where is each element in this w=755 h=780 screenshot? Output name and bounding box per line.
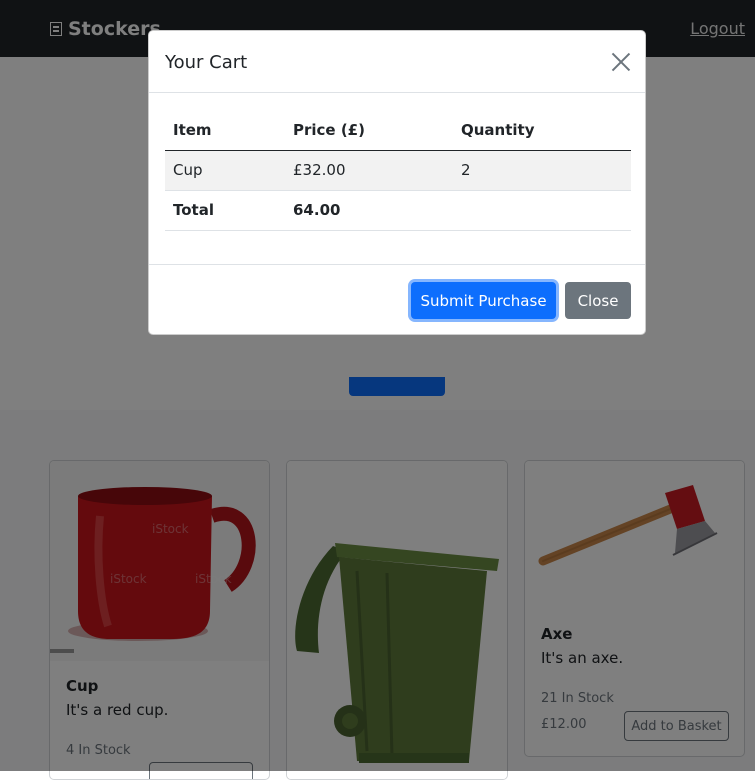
cart-item-name: Cup [165,150,285,191]
total-value: 64.00 [285,190,453,231]
column-header-item: Item [165,110,285,151]
column-header-quantity: Quantity [453,110,631,151]
cart-item-quantity: 2 [453,150,631,191]
cart-item-price: £32.00 [285,150,453,191]
submit-purchase-button[interactable]: Submit Purchase [411,282,556,319]
total-label: Total [165,190,285,231]
close-button[interactable]: Close [565,282,631,319]
modal-footer: Submit Purchase Close [149,264,645,335]
close-icon[interactable] [611,52,631,72]
total-empty-cell [453,190,631,231]
table-row: Cup £32.00 2 [165,150,631,191]
modal-title: Your Cart [165,52,248,73]
column-header-price: Price (£) [285,110,453,151]
modal-header: Your Cart [149,31,645,93]
cart-modal: Your Cart Item Price (£) Quantity Cup £3… [148,30,646,335]
cart-table-header-row: Item Price (£) Quantity [165,110,631,151]
total-row: Total 64.00 [165,190,631,231]
cart-table: Item Price (£) Quantity Cup £32.00 2 Tot… [165,110,631,231]
